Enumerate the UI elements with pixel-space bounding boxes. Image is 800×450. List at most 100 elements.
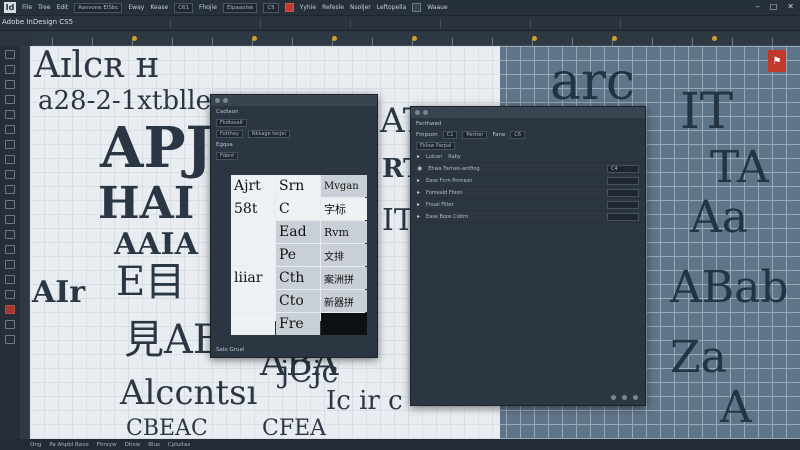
toolbar-field[interactable]: Elpaaolse — [222, 2, 258, 13]
panel-subtab[interactable]: Fkdtasalt — [211, 117, 377, 128]
color-swatch-icon[interactable] — [284, 3, 294, 12]
eyedropper-tool-icon[interactable] — [5, 260, 15, 269]
pen-tool-icon[interactable] — [5, 140, 15, 149]
duplicate-icon[interactable] — [622, 395, 627, 400]
document-canvas[interactable]: Aɪlcʀ ʜ a28-2-1xtblleng APJ HAI AAIA E目 … — [30, 46, 800, 439]
menu-item[interactable]: Waaue — [427, 4, 447, 11]
list-item[interactable]: ▸ Fomeald Fbion — [411, 187, 645, 199]
glyph-cell[interactable]: Cth — [276, 267, 320, 289]
glyph-cell[interactable]: 字标 — [321, 198, 367, 220]
panel-titlebar[interactable] — [411, 107, 645, 118]
menu-item[interactable]: Refesle — [322, 4, 344, 11]
glyph-cell[interactable]: C — [276, 198, 320, 220]
font-family-field[interactable]: Fotthey — [216, 129, 243, 138]
transform-tool-icon[interactable] — [5, 215, 15, 224]
panel-close-icon[interactable] — [215, 98, 220, 103]
screen-mode-icon[interactable] — [5, 335, 15, 344]
expand-arrow-icon[interactable]: ▸ — [417, 189, 420, 196]
item-value[interactable]: C4 — [607, 164, 639, 173]
layers-panel[interactable]: Ferthwed Fmpson C1 Pertrer Fane C6 Fklow… — [410, 106, 646, 406]
glyph-cell[interactable]: 58t — [231, 198, 275, 220]
line-tool-icon[interactable] — [5, 125, 15, 134]
menu-item[interactable]: File — [22, 4, 32, 11]
panel-minimize-icon[interactable] — [423, 110, 428, 115]
panel-tab[interactable]: Ferthwed — [411, 118, 645, 129]
glyph-cell[interactable] — [231, 221, 275, 243]
fill-stroke-swatch-icon[interactable] — [5, 305, 15, 314]
gradient-tool-icon[interactable] — [5, 230, 15, 239]
glyph-cell[interactable]: Fre — [276, 313, 320, 335]
status-item[interactable]: Pa Ahpbl Bavo — [49, 442, 88, 448]
apply-color-icon[interactable] — [5, 320, 15, 329]
maximize-button[interactable]: □ — [770, 2, 778, 11]
status-item[interactable]: Blus — [148, 442, 160, 448]
selection-tool-icon[interactable] — [5, 50, 15, 59]
menu-item[interactable]: Fhojie — [199, 4, 217, 11]
delete-icon[interactable] — [633, 395, 638, 400]
scissors-tool-icon[interactable] — [5, 200, 15, 209]
guide-pin-icon[interactable] — [132, 36, 137, 41]
field-input[interactable]: C6 — [510, 130, 526, 139]
type-tool-icon[interactable] — [5, 110, 15, 119]
item-value[interactable] — [607, 212, 639, 221]
close-button[interactable]: ✕ — [787, 2, 794, 11]
vertical-ruler[interactable] — [20, 46, 30, 439]
field-input[interactable]: Pertrer — [462, 130, 488, 139]
expand-arrow-icon[interactable]: ▸ — [417, 213, 420, 220]
item-value[interactable] — [607, 200, 639, 209]
toolbar-field[interactable]: Rasvone ElSbc — [74, 2, 123, 13]
menu-item[interactable]: Eway — [128, 4, 144, 11]
gap-tool-icon[interactable] — [5, 95, 15, 104]
note-tool-icon[interactable] — [5, 245, 15, 254]
guide-pin-icon[interactable] — [412, 36, 417, 41]
glyph-cell[interactable]: 文排 — [321, 244, 367, 266]
menu-item[interactable]: Yyhie — [300, 4, 316, 11]
show-dropdown[interactable]: Fdent — [216, 151, 239, 160]
list-item[interactable]: ◉ Ehwa Farneo-antfing C4 — [411, 163, 645, 175]
status-item[interactable]: Cpluitas — [168, 442, 190, 448]
glyph-cell[interactable]: Pe — [276, 244, 320, 266]
glyph-cell[interactable]: Srn — [276, 175, 320, 197]
direct-selection-tool-icon[interactable] — [5, 65, 15, 74]
menu-item[interactable]: Leftopella — [377, 4, 406, 11]
rectangle-tool-icon[interactable] — [5, 185, 15, 194]
panel-close-icon[interactable] — [415, 110, 420, 115]
status-item[interactable]: Dtisie — [125, 442, 141, 448]
guide-pin-icon[interactable] — [332, 36, 337, 41]
new-layer-icon[interactable] — [611, 395, 616, 400]
glyph-cell[interactable] — [321, 313, 367, 335]
expand-arrow-icon[interactable]: ▸ — [417, 177, 420, 184]
glyph-cell[interactable]: Ajrt — [231, 175, 275, 197]
expand-arrow-icon[interactable]: ▸ — [417, 153, 420, 160]
app-logo-icon[interactable]: Id — [4, 2, 16, 13]
list-item[interactable]: ▸ Ease Boos Coltrn — [411, 211, 645, 223]
page-tool-icon[interactable] — [5, 80, 15, 89]
hand-tool-icon[interactable] — [5, 275, 15, 284]
list-item[interactable]: ▸ Ease Fnrn Pnrnazn — [411, 175, 645, 187]
expand-arrow-icon[interactable]: ▸ — [417, 201, 420, 208]
glyph-cell[interactable]: Cto — [276, 290, 320, 312]
panel-titlebar[interactable] — [211, 95, 377, 106]
guide-pin-icon[interactable] — [252, 36, 257, 41]
panel-tab[interactable]: Cadlaon — [211, 106, 377, 117]
glyph-cell[interactable]: Rvm — [321, 221, 367, 243]
menu-item[interactable]: Edit — [57, 4, 69, 11]
glyph-cell[interactable]: liiar — [231, 267, 275, 289]
horizontal-ruler[interactable] — [32, 32, 800, 46]
bookmark-icon[interactable]: ⚑ — [768, 50, 786, 72]
rectangle-frame-tool-icon[interactable] — [5, 170, 15, 179]
checkbox-icon[interactable] — [412, 3, 422, 12]
glyph-cell[interactable]: 案洲拼 — [321, 267, 367, 289]
toolbar-field[interactable]: C61 — [174, 2, 193, 13]
glyph-cell[interactable]: Ead — [276, 221, 320, 243]
zoom-tool-icon[interactable] — [5, 290, 15, 299]
guide-pin-icon[interactable] — [612, 36, 617, 41]
font-style-field[interactable]: Nkkage tecjel — [247, 129, 290, 138]
minimize-button[interactable]: – — [756, 2, 760, 11]
status-item[interactable]: Ong — [30, 442, 41, 448]
menu-item[interactable]: Kease — [150, 4, 168, 11]
field-input[interactable]: C1 — [442, 130, 458, 139]
list-item[interactable]: ▸ Fnuel Filter — [411, 199, 645, 211]
guide-pin-icon[interactable] — [532, 36, 537, 41]
glyph-cell[interactable] — [231, 244, 275, 266]
